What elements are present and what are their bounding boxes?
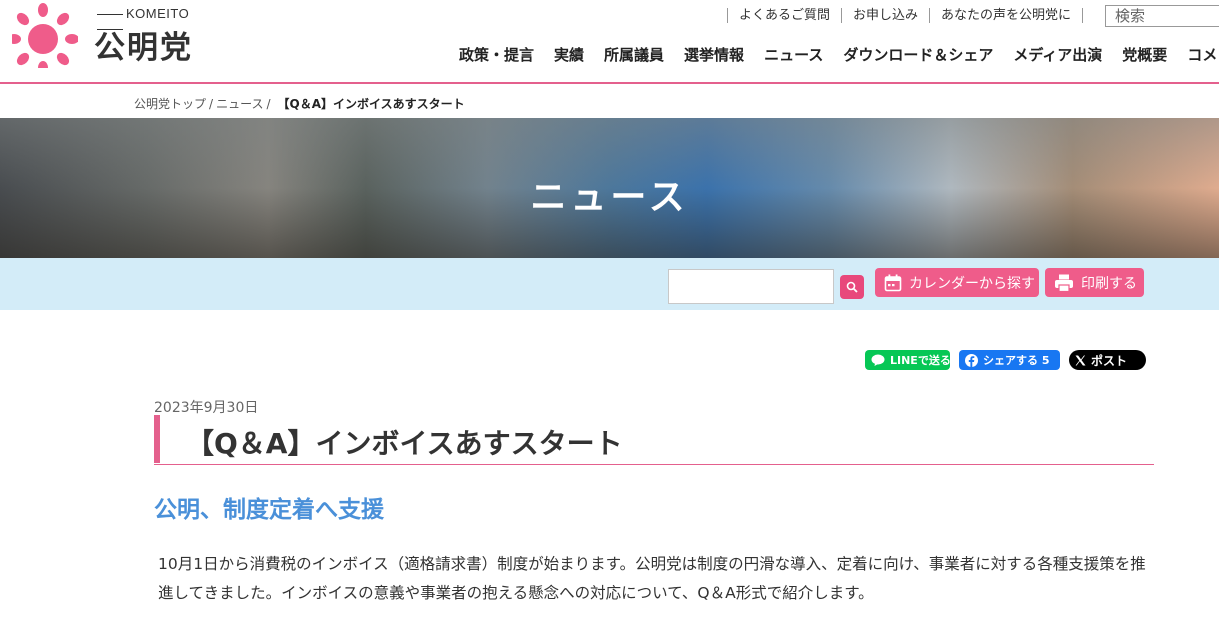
- breadcrumb-separator: /: [266, 97, 271, 111]
- news-search-input[interactable]: [668, 269, 834, 304]
- breadcrumb-separator: /: [209, 97, 214, 111]
- breadcrumb: 公明党トップ / ニュース / 【Q＆A】インボイスあすスタート: [134, 95, 465, 112]
- print-button-label: 印刷する: [1081, 275, 1137, 292]
- print-button[interactable]: 印刷する: [1045, 268, 1144, 297]
- main-nav: 政策・提言 実績 所属議員 選挙情報 ニュース ダウンロード＆シェア メディア出…: [459, 44, 1219, 65]
- line-share-label: LINEで送る: [890, 354, 951, 367]
- utility-nav: よくあるご質問 お申し込み あなたの声を公明党に: [726, 8, 1083, 23]
- breadcrumb-home[interactable]: 公明党トップ: [134, 97, 206, 111]
- article-title-block: 【Q＆A】インボイスあすスタート: [154, 415, 1154, 465]
- line-share-button[interactable]: LINEで送る: [865, 350, 951, 370]
- article-subtitle: 公明、制度定着へ支援: [154, 497, 384, 523]
- site-header: KOMEITO 公明党 よくあるご質問 お申し込み あなたの声を公明党に 検索 …: [0, 0, 1219, 84]
- util-link-voice[interactable]: あなたの声を公明党に: [928, 8, 1083, 23]
- title-accent-bar: [154, 415, 160, 463]
- article-lead-paragraph: 10月1日から消費税のインボイス（適格請求書）制度が始まります。公明党は制度の円…: [158, 555, 1146, 602]
- util-link-apply[interactable]: お申し込み: [840, 8, 929, 23]
- facebook-share-button[interactable]: シェアする 5: [959, 350, 1060, 370]
- nav-achievements[interactable]: 実績: [554, 44, 584, 65]
- nav-media[interactable]: メディア出演: [1013, 44, 1102, 65]
- nav-news[interactable]: ニュース: [764, 44, 823, 65]
- calendar-search-button[interactable]: カレンダーから探す: [875, 268, 1039, 297]
- site-logo[interactable]: KOMEITO 公明党: [12, 2, 212, 72]
- printer-icon: [1055, 274, 1073, 292]
- sun-logo-icon: [12, 3, 78, 68]
- breadcrumb-current: 【Q＆A】インボイスあすスタート: [277, 97, 465, 111]
- nav-download-share[interactable]: ダウンロード＆シェア: [843, 44, 993, 65]
- nav-comment[interactable]: コメ: [1187, 44, 1217, 65]
- nav-members[interactable]: 所属議員: [604, 44, 664, 65]
- nav-policy[interactable]: 政策・提言: [459, 44, 534, 65]
- search-icon: [846, 281, 858, 293]
- util-link-faq[interactable]: よくあるご質問: [726, 8, 841, 23]
- line-icon: [871, 354, 885, 366]
- x-post-button[interactable]: ポスト: [1069, 350, 1146, 370]
- breadcrumb-news[interactable]: ニュース: [216, 97, 263, 111]
- calendar-icon: [884, 274, 902, 291]
- facebook-icon: [965, 353, 978, 367]
- facebook-share-count: 5: [1041, 353, 1050, 367]
- x-icon: [1075, 355, 1086, 365]
- hero-title: ニュース: [530, 177, 689, 218]
- header-search-input[interactable]: 検索: [1105, 5, 1219, 27]
- news-toolbar: カレンダーから探す 印刷する: [0, 258, 1219, 310]
- x-post-label: ポスト: [1091, 353, 1128, 368]
- nav-about[interactable]: 党概要: [1122, 44, 1167, 65]
- article-date: 2023年9月30日: [154, 400, 259, 416]
- nav-elections[interactable]: 選挙情報: [684, 44, 744, 65]
- logo-japanese: 公明党: [94, 30, 193, 66]
- hero-banner: ニュース: [0, 118, 1219, 258]
- article-title: 【Q＆A】インボイスあすスタート: [186, 427, 623, 460]
- news-search-button[interactable]: [840, 275, 864, 299]
- calendar-button-label: カレンダーから探す: [909, 275, 1035, 292]
- facebook-share-label: シェアする: [983, 354, 1038, 367]
